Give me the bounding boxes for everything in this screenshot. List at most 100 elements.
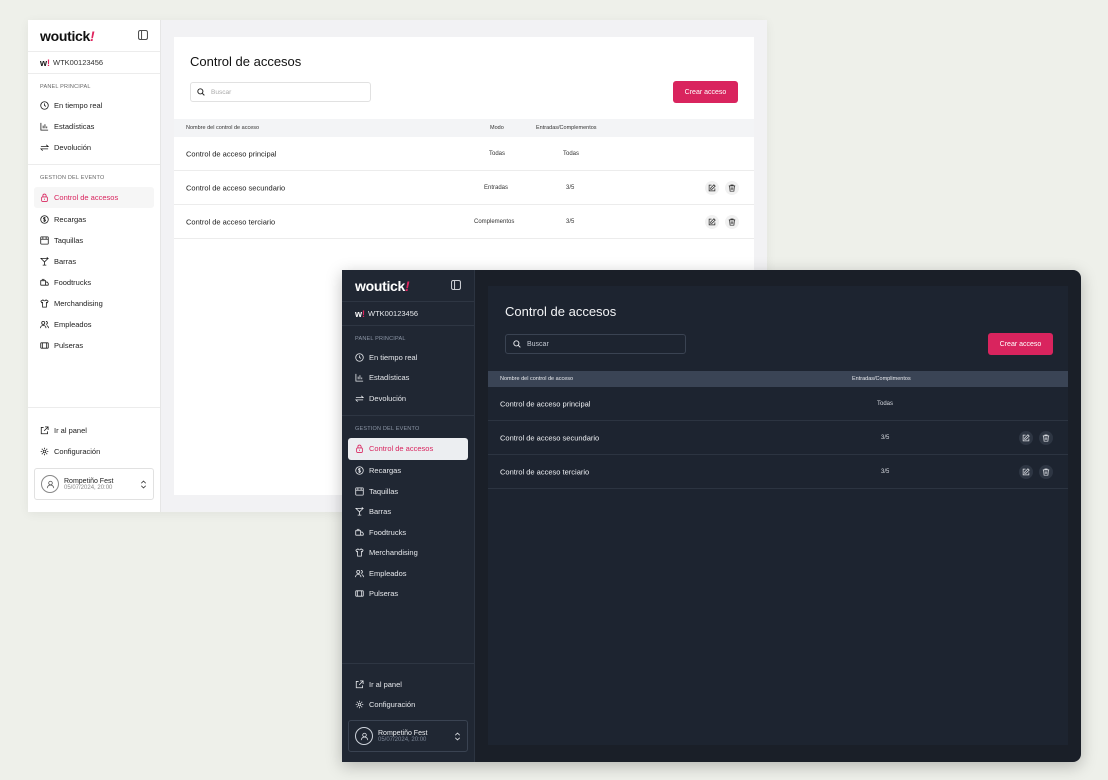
event-name: Rompetiño Fest (64, 477, 114, 485)
sidebar-item-taquillas[interactable]: Taquillas (28, 230, 160, 251)
sidebar-item-label: Pulseras (369, 589, 399, 599)
sidebar-header: woutick! (28, 20, 160, 52)
delete-button[interactable] (1039, 430, 1053, 445)
table-row[interactable]: Control de acceso secundario 3/5 (488, 421, 1068, 455)
search-icon (513, 340, 521, 348)
table-row[interactable]: Control de acceso terciario Complementos… (174, 205, 754, 239)
sidebar-item-label: Configuración (369, 700, 416, 710)
row-count: 3/5 (881, 434, 890, 441)
sidebar-item-label: Devolución (369, 393, 407, 403)
table-row[interactable]: Control de acceso terciario 3/5 (488, 455, 1068, 489)
sidebar-item-label: En tiempo real (54, 101, 103, 110)
edit-button[interactable] (1019, 464, 1033, 479)
sidebar-item-merchandising[interactable]: Merchandising (28, 293, 160, 314)
org-code: WTK00123456 (368, 309, 419, 318)
event-switcher[interactable]: Rompetiño Fest 05/07/2024, 20:00 (348, 720, 468, 752)
dark-theme-window: woutick! w! WTK00123456 PANEL PRINCIPAL … (342, 270, 1081, 762)
sidebar-item-configuracion[interactable]: Configuración (28, 441, 160, 462)
event-switcher[interactable]: Rompetiño Fest 05/07/2024, 20:00 (34, 468, 154, 500)
sidebar-item-control-de-accesos[interactable]: Control de accesos (34, 187, 154, 208)
search-icon (197, 88, 205, 96)
search-box[interactable] (505, 334, 686, 354)
delete-button[interactable] (1039, 464, 1053, 479)
row-actions (705, 180, 739, 195)
sidebar: woutick! w! WTK00123456 PANEL PRINCIPAL … (342, 270, 475, 762)
sidebar-header: woutick! (342, 270, 474, 302)
sidebar-item-en-tiempo-real[interactable]: En tiempo real (342, 347, 474, 368)
sidebar-item-ir-al-panel[interactable]: Ir al panel (28, 420, 160, 441)
sidebar-item-devolucion[interactable]: Devolución (342, 388, 474, 409)
edit-button[interactable] (705, 180, 719, 195)
sidebar-item-pulseras[interactable]: Pulseras (28, 335, 160, 356)
sidebar-item-empleados[interactable]: Empleados (28, 314, 160, 335)
logo-text: woutick (355, 277, 406, 294)
shirt-icon (40, 299, 49, 308)
sidebar-item-merchandising[interactable]: Merchandising (342, 543, 474, 564)
locker-icon (40, 236, 49, 245)
coin-icon (40, 215, 49, 224)
sidebar-item-barras[interactable]: Barras (28, 251, 160, 272)
edit-button[interactable] (705, 214, 719, 229)
lock-icon (356, 444, 363, 453)
swap-arrows-icon (40, 144, 49, 151)
sidebar-item-devolucion[interactable]: Devolución (28, 137, 160, 158)
sidebar-item-recargas[interactable]: Recargas (28, 209, 160, 230)
row-actions (705, 214, 739, 229)
row-name: Control de acceso secundario (186, 183, 286, 192)
column-header-mode: Modo (490, 125, 504, 131)
sidebar-item-label: Taquillas (54, 236, 84, 245)
swap-arrows-icon (355, 395, 364, 402)
sidebar-item-estadisticas[interactable]: Estadísticas (342, 368, 474, 389)
logo-mark: ! (90, 27, 95, 44)
delete-button[interactable] (725, 180, 739, 195)
sidebar-item-en-tiempo-real[interactable]: En tiempo real (28, 95, 160, 116)
sidebar-item-label: Configuración (54, 447, 101, 456)
row-count: Todas (877, 400, 894, 407)
create-access-button[interactable]: Crear acceso (988, 333, 1053, 355)
edit-button[interactable] (1019, 430, 1033, 445)
sidebar-item-label: Estadísticas (369, 373, 410, 383)
sidebar-item-foodtrucks[interactable]: Foodtrucks (342, 522, 474, 543)
sidebar-item-barras[interactable]: Barras (342, 502, 474, 523)
table-row[interactable]: Control de acceso principal Todas (488, 387, 1068, 421)
search-box[interactable] (190, 82, 371, 102)
row-actions (1019, 464, 1053, 479)
sidebar-item-label: Empleados (369, 568, 407, 578)
section-label-main: PANEL PRINCIPAL (355, 336, 406, 342)
delete-button[interactable] (725, 214, 739, 229)
sidebar-item-recargas[interactable]: Recargas (342, 461, 474, 482)
sidebar-item-control-de-accesos[interactable]: Control de accesos (348, 437, 468, 460)
column-header-name: Nombre del control de acceso (500, 376, 574, 382)
edit-icon (1022, 467, 1030, 475)
search-input[interactable] (211, 88, 364, 96)
sidebar-item-empleados[interactable]: Empleados (342, 563, 474, 584)
sidebar-toggle-icon[interactable] (138, 27, 148, 45)
table-row[interactable]: Control de acceso principal Todas Todas (174, 137, 754, 171)
sidebar-item-label: Devolución (54, 143, 92, 152)
sidebar-item-label: Foodtrucks (54, 278, 92, 287)
table-row[interactable]: Control de acceso secundario Entradas 3/… (174, 171, 754, 205)
sidebar-item-taquillas[interactable]: Taquillas (342, 481, 474, 502)
trash-icon (1042, 434, 1050, 442)
truck-icon (355, 528, 364, 536)
gear-icon (355, 700, 364, 709)
column-header-name: Nombre del control de acceso (186, 125, 260, 131)
sidebar-item-estadisticas[interactable]: Estadísticas (28, 116, 160, 137)
org-code: WTK00123456 (53, 58, 104, 67)
row-name: Control de acceso terciario (500, 467, 590, 476)
sidebar-item-foodtrucks[interactable]: Foodtrucks (28, 272, 160, 293)
create-access-button[interactable]: Crear acceso (673, 81, 738, 103)
sidebar-toggle-icon[interactable] (451, 277, 461, 295)
row-name: Control de acceso terciario (186, 217, 276, 226)
section-label-event: GESTION DEL EVENTO (355, 425, 420, 432)
org-logo: w! (40, 57, 51, 68)
search-input[interactable] (527, 340, 678, 348)
row-name: Control de acceso secundario (500, 433, 600, 442)
row-count: 3/5 (881, 468, 890, 475)
logo-text: woutick (40, 27, 91, 44)
sidebar-item-configuracion[interactable]: Configuración (342, 695, 474, 716)
edit-icon (1022, 433, 1030, 441)
avatar (41, 475, 59, 493)
sidebar-item-pulseras[interactable]: Pulseras (342, 584, 474, 605)
sidebar-item-ir-al-panel[interactable]: Ir al panel (342, 674, 474, 695)
